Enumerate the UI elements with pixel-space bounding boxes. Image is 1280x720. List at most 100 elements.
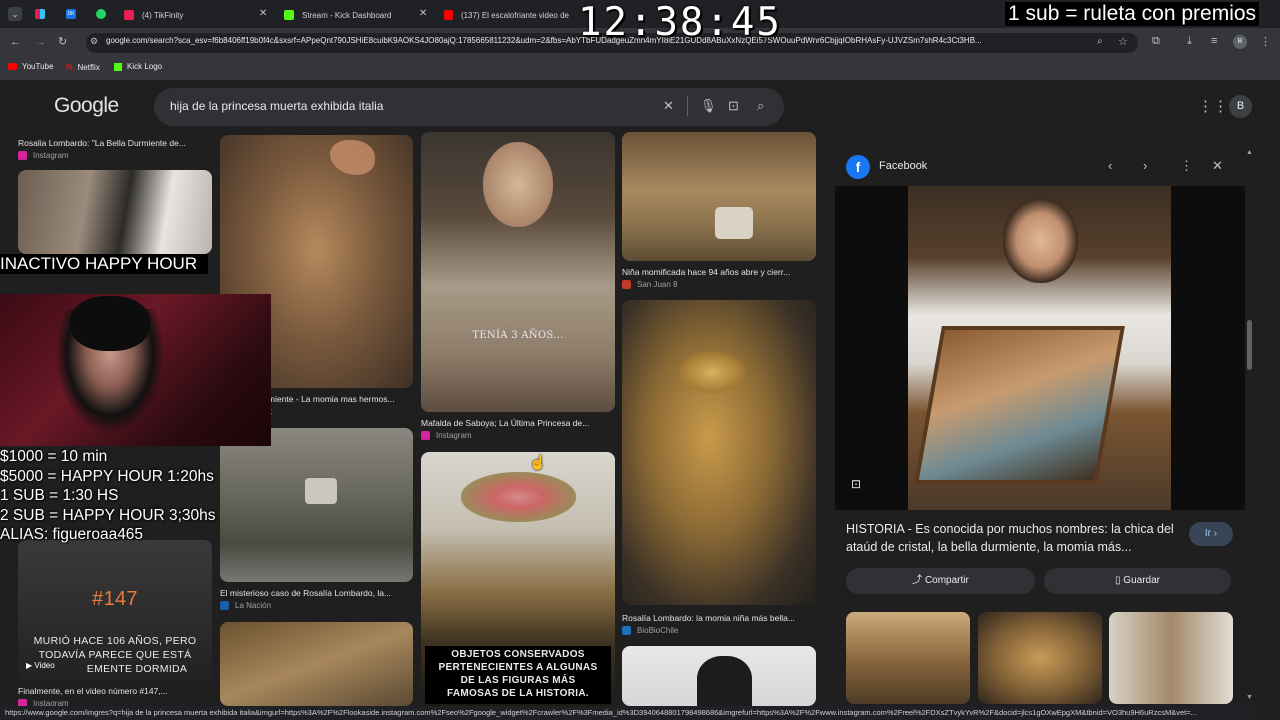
result-caption[interactable]: El misterioso caso de Rosalía Lombardo, …: [220, 588, 413, 598]
result-image[interactable]: OBJETOS CONSERVADOS PERTENECIENTES A ALG…: [421, 452, 615, 706]
result-source[interactable]: La Nación: [220, 601, 271, 610]
panel-title[interactable]: HISTORIA - Es conocida por muchos nombre…: [846, 520, 1176, 556]
image-detail: [715, 207, 753, 239]
result-source[interactable]: Instagram: [18, 151, 69, 160]
image-detail: [483, 142, 553, 227]
next-icon[interactable]: ›: [1143, 158, 1147, 173]
profile-avatar[interactable]: B: [1233, 35, 1247, 49]
tikfinity-icon: [124, 10, 134, 20]
reload-icon[interactable]: ↻: [58, 35, 67, 48]
save-button[interactable]: ▯ Guardar: [1044, 568, 1231, 594]
image-detail: [1003, 198, 1078, 283]
tab-kick-dashboard[interactable]: Stream - Kick Dashboard: [284, 4, 429, 26]
result-image[interactable]: [622, 132, 816, 261]
image-detail: [677, 350, 747, 395]
scrollbar-thumb[interactable]: [1247, 320, 1252, 370]
result-image-video[interactable]: #147 MURIÓ HACE 106 AÑOS, PERO TODAVÍA P…: [18, 540, 212, 680]
result-caption[interactable]: Rosalia Lombardo: "La Bella Durmiente de…: [18, 138, 208, 148]
stream-promo-text: 1 sub = ruleta con premios: [1005, 2, 1260, 26]
result-image[interactable]: [622, 646, 816, 706]
bookmark-netflix[interactable]: N Netflix: [66, 62, 100, 72]
site-info-icon[interactable]: ⚙: [90, 36, 98, 47]
bookmark-label: YouTube: [22, 62, 54, 71]
rate-line: 1 SUB = 1:30 HS: [0, 487, 119, 504]
visit-button[interactable]: Ir ›: [1189, 522, 1233, 546]
kick-icon: [284, 10, 294, 20]
extensions-icon[interactable]: ⧉: [1152, 35, 1160, 48]
webcam-feed: [0, 294, 271, 446]
tab-label: Stream - Kick Dashboard: [302, 10, 392, 20]
search-icon[interactable]: ⌕: [757, 98, 764, 114]
result-image[interactable]: [220, 428, 413, 582]
result-image[interactable]: [18, 170, 212, 254]
zoom-icon[interactable]: ⌕: [1097, 36, 1103, 47]
microphone-icon[interactable]: 🎙: [700, 98, 717, 114]
image-detail: [330, 140, 375, 175]
result-caption[interactable]: Niña momificada hace 94 años abre y cier…: [622, 267, 816, 277]
result-caption[interactable]: miente - La momia mas hermos...: [268, 394, 413, 404]
download-icon[interactable]: ⤓: [1187, 35, 1192, 48]
tab-youtube-video[interactable]: (137) El escalofriante video de: [444, 4, 569, 26]
netflix-icon: N: [66, 62, 73, 72]
rate-line: $5000 = HAPPY HOUR 1:20hs: [0, 467, 214, 485]
previous-icon[interactable]: ‹: [1108, 158, 1112, 173]
result-source[interactable]: BioBioChile: [622, 626, 678, 635]
clear-icon[interactable]: ✕: [663, 98, 674, 114]
more-options-icon[interactable]: ⋮: [1180, 158, 1193, 174]
share-button[interactable]: ⤴ Compartir: [846, 568, 1035, 594]
result-image[interactable]: TENÍA 3 AÑOS...: [421, 132, 615, 412]
tab-label: (4) TikFinity: [142, 10, 184, 20]
result-image[interactable]: [220, 622, 413, 706]
lens-icon[interactable]: ⊡: [728, 98, 739, 114]
related-image[interactable]: [1109, 612, 1233, 704]
result-caption[interactable]: Mafalda de Saboya; La Última Princesa de…: [421, 418, 615, 428]
google-logo[interactable]: Google: [54, 94, 119, 118]
instagram-icon: [18, 151, 27, 160]
lens-search-icon[interactable]: ⊡: [851, 477, 861, 491]
tab-search-icon[interactable]: ⌄: [8, 7, 22, 21]
video-badge: ▶ Video: [26, 661, 55, 670]
rate-line: ALIAS: figueroaa465: [0, 526, 144, 543]
bookmark-youtube[interactable]: YouTube: [8, 62, 53, 71]
youtube-icon: [8, 63, 17, 70]
result-source[interactable]: Instagram: [421, 431, 472, 440]
chevron-right-icon: ›: [1213, 528, 1218, 539]
scroll-up-icon[interactable]: ▲: [1246, 149, 1253, 156]
tab-tikfinity[interactable]: (4) TikFinity: [124, 4, 269, 26]
close-icon[interactable]: ✕: [419, 8, 427, 19]
account-avatar[interactable]: B: [1229, 95, 1252, 118]
source-label: Instagram: [436, 431, 472, 440]
bookmark-icon: ▯: [1115, 575, 1121, 586]
search-input[interactable]: hija de la princesa muerta exhibida ital…: [170, 99, 383, 113]
close-icon[interactable]: ✕: [1212, 158, 1223, 174]
kick-icon: [114, 62, 122, 71]
bookmark-star-icon[interactable]: ☆: [1118, 35, 1128, 48]
result-source[interactable]: San Juan 8: [622, 280, 677, 289]
panel-source[interactable]: Facebook: [879, 160, 927, 172]
close-icon[interactable]: ✕: [259, 8, 267, 19]
back-icon[interactable]: ←: [10, 36, 21, 48]
source-label: La Nación: [235, 601, 272, 610]
pinned-tab-dk-icon[interactable]: DK: [66, 9, 76, 19]
result-caption[interactable]: Rosalía Lombardo: la momia niña más bell…: [622, 613, 816, 623]
visit-label: Ir: [1204, 528, 1211, 539]
bookmark-kick-logo[interactable]: Kick Logo: [114, 62, 162, 71]
scroll-down-icon[interactable]: ▼: [1246, 694, 1253, 701]
status-url-bubble: https://www.google.com/imgres?q=hija de …: [0, 706, 1257, 720]
panel-image[interactable]: [908, 186, 1171, 510]
media-controls-icon[interactable]: ≡: [1211, 35, 1217, 47]
source-label: Instagram: [33, 151, 69, 160]
forward-icon[interactable]: →: [35, 36, 46, 48]
result-caption[interactable]: Finalmente, en el video número #147,...: [18, 686, 208, 696]
result-image[interactable]: [622, 300, 816, 605]
san-juan-8-icon: [622, 280, 631, 289]
youtube-icon: [444, 10, 453, 20]
pinned-tab-slack-icon[interactable]: [35, 9, 45, 19]
scrollbar[interactable]: [1246, 150, 1254, 710]
menu-icon[interactable]: ⋮: [1260, 35, 1271, 48]
caption-line: OBJETOS CONSERVADOS: [451, 649, 585, 660]
apps-grid-icon[interactable]: ⋮⋮: [1198, 97, 1228, 115]
related-image[interactable]: [978, 612, 1102, 704]
related-image[interactable]: [846, 612, 970, 704]
pinned-tab-whatsapp-icon[interactable]: [96, 9, 106, 19]
